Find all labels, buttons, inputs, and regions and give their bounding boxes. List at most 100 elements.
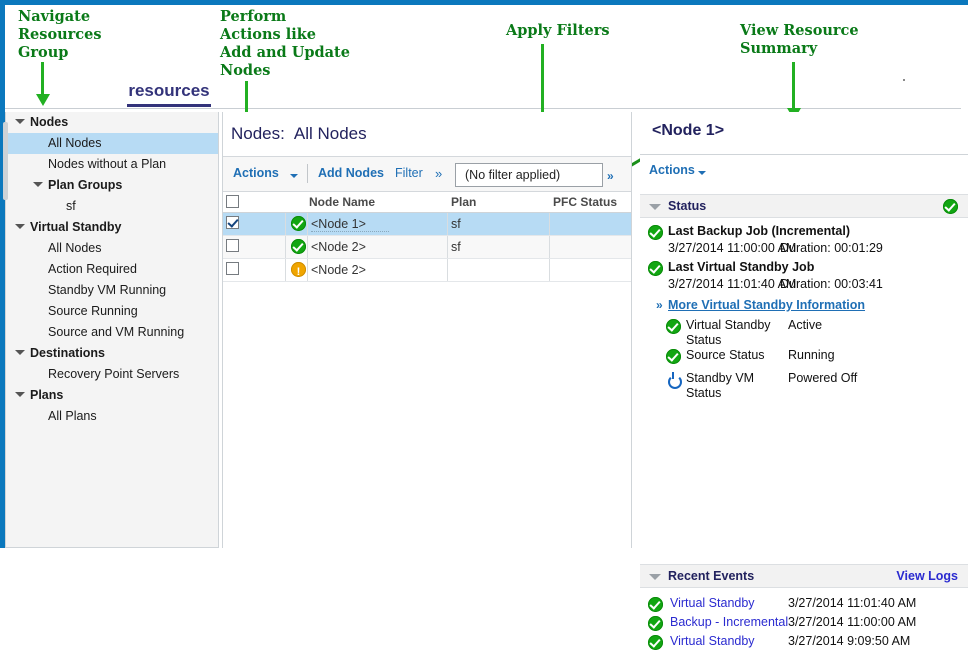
sidebar-item-sf[interactable]: sf <box>6 196 218 217</box>
sidebar-item-label: Nodes <box>30 115 69 129</box>
tree-toggle-icon[interactable] <box>15 119 25 124</box>
sidebar: Nodes All Nodes Nodes without a Plan Plan G… <box>5 112 219 548</box>
sidebar-item-all-nodes[interactable]: All Nodes <box>6 133 218 154</box>
status-section-title: Status <box>668 199 707 213</box>
column-separator <box>447 259 448 281</box>
sidebar-item-plans[interactable]: Plans <box>6 385 218 406</box>
filter-more-icon[interactable]: » <box>607 169 614 183</box>
view-logs-link[interactable]: View Logs <box>896 569 958 583</box>
sidebar-scrollbar[interactable] <box>3 122 8 200</box>
status-detail-key: Source Status <box>686 348 765 362</box>
column-separator <box>285 259 286 281</box>
status-job-icon <box>648 261 663 279</box>
row-checkbox[interactable] <box>226 216 239 229</box>
column-separator <box>549 236 550 258</box>
nodes-panel: Nodes: All Nodes Actions Add Nodes Filter… <box>222 112 632 548</box>
column-separator <box>549 259 550 281</box>
column-header-plan[interactable]: Plan <box>451 192 476 212</box>
table-body: <Node 1>sf <Node 2> sf <Node 2> <box>223 213 631 284</box>
page-title-value: All Nodes <box>293 124 367 143</box>
status-job-icon <box>648 225 663 243</box>
sidebar-item-recovery-point-servers[interactable]: Recovery Point Servers <box>6 364 218 385</box>
status-detail-value: Active <box>788 318 823 332</box>
sidebar-item-label: All Nodes <box>48 241 102 255</box>
event-timestamp: 3/27/2014 11:00:00 AM <box>788 615 917 629</box>
sidebar-item-nodes[interactable]: Nodes <box>6 112 218 133</box>
row-focus-underline <box>311 231 389 232</box>
annotation-arrow-summary-shaft <box>792 62 795 110</box>
page-title: Nodes: All Nodes <box>231 124 367 144</box>
sidebar-item-source-running[interactable]: Source Running <box>6 301 218 322</box>
events-section-header[interactable]: Recent Events View Logs <box>640 564 968 588</box>
status-section-ok-icon <box>943 199 958 219</box>
sidebar-item-standby-vm-running[interactable]: Standby VM Running <box>6 280 218 301</box>
status-section-header[interactable]: Status <box>640 194 968 218</box>
row-node-name: <Node 2> <box>311 263 366 277</box>
row-status-icon <box>291 261 306 284</box>
app-window: resources Navigate Resources Group Perfo… <box>0 0 968 650</box>
column-separator <box>285 213 286 235</box>
filter-button[interactable]: Filter <box>395 166 423 180</box>
row-status-icon <box>291 239 306 261</box>
add-nodes-button[interactable]: Add Nodes <box>318 166 384 180</box>
status-detail-icon <box>666 372 682 390</box>
more-virtual-standby-link[interactable]: More Virtual Standby Information <box>668 298 865 312</box>
column-separator <box>549 213 550 235</box>
column-header-pfc-status[interactable]: PFC Status <box>553 192 617 212</box>
header-divider <box>5 108 961 109</box>
filter-input[interactable]: (No filter applied) <box>455 163 603 187</box>
nodes-toolbar: Actions Add Nodes Filter » (No filter ap… <box>223 156 631 192</box>
annotation-arrow-navigate-head <box>36 94 50 106</box>
tree-toggle-icon[interactable] <box>33 182 43 187</box>
event-status-icon <box>648 597 663 615</box>
actions-button[interactable]: Actions <box>233 166 279 180</box>
status-job-label: Last Virtual Standby Job <box>668 260 815 274</box>
sidebar-item-plan-groups[interactable]: Plan Groups <box>6 175 218 196</box>
collapse-triangle-icon-events[interactable] <box>649 574 661 580</box>
summary-title-divider <box>640 154 968 155</box>
sidebar-item-destinations[interactable]: Destinations <box>6 343 218 364</box>
row-plan: sf <box>451 240 461 254</box>
tree-toggle-icon[interactable] <box>15 392 25 397</box>
column-separator <box>307 213 308 235</box>
summary-actions-caret-icon[interactable] <box>698 171 706 175</box>
sidebar-item-all-nodes[interactable]: All Nodes <box>6 238 218 259</box>
sidebar-item-nodes-without-a-plan[interactable]: Nodes without a Plan <box>6 154 218 175</box>
sidebar-item-source-and-vm-running[interactable]: Source and VM Running <box>6 322 218 343</box>
row-checkbox[interactable] <box>226 262 239 275</box>
sidebar-item-action-required[interactable]: Action Required <box>6 259 218 280</box>
column-header-node-name[interactable]: Node Name <box>309 192 375 212</box>
summary-actions-button[interactable]: Actions <box>649 163 695 177</box>
tree-toggle-icon[interactable] <box>15 350 25 355</box>
event-name[interactable]: Virtual Standby <box>670 634 755 648</box>
status-job-duration: Duration: 00:01:29 <box>780 241 883 255</box>
actions-caret-icon[interactable] <box>290 174 298 178</box>
table-row[interactable]: <Node 2> <box>223 259 631 284</box>
table-row[interactable]: <Node 1> sf <box>223 213 631 236</box>
table-row[interactable]: <Node 2> sf <box>223 236 631 259</box>
sidebar-item-all-plans[interactable]: All Plans <box>6 406 218 427</box>
status-detail-icon <box>666 349 681 367</box>
sidebar-item-label: All Plans <box>48 409 97 423</box>
collapse-triangle-icon[interactable] <box>649 204 661 210</box>
resource-summary-panel: <Node 1> Actions Status Last Backup Job … <box>640 112 968 650</box>
event-timestamp: 3/27/2014 9:09:50 AM <box>788 634 911 648</box>
column-separator <box>447 236 448 258</box>
sidebar-item-virtual-standby[interactable]: Virtual Standby <box>6 217 218 238</box>
row-node-name: <Node 2> <box>311 240 366 254</box>
row-checkbox[interactable] <box>226 239 239 252</box>
column-separator <box>307 259 308 281</box>
event-name[interactable]: Virtual Standby <box>670 596 755 610</box>
sidebar-item-label: Action Required <box>48 262 137 276</box>
sidebar-item-label: Recovery Point Servers <box>48 367 180 381</box>
event-name[interactable]: Backup - Incremental <box>670 615 788 629</box>
resource-tree[interactable]: Nodes All Nodes Nodes without a Plan Plan G… <box>6 112 218 427</box>
status-detail-key: Virtual Standby Status <box>686 318 771 347</box>
annotation-apply-filters: Apply Filters <box>506 22 610 39</box>
select-all-checkbox[interactable] <box>226 195 239 208</box>
filter-expand-icon[interactable]: » <box>435 165 442 183</box>
status-detail-key: Standby VM Status <box>686 371 755 400</box>
column-separator <box>447 213 448 235</box>
tree-toggle-icon[interactable] <box>15 224 25 229</box>
expand-chevron-icon[interactable]: » <box>656 298 663 312</box>
